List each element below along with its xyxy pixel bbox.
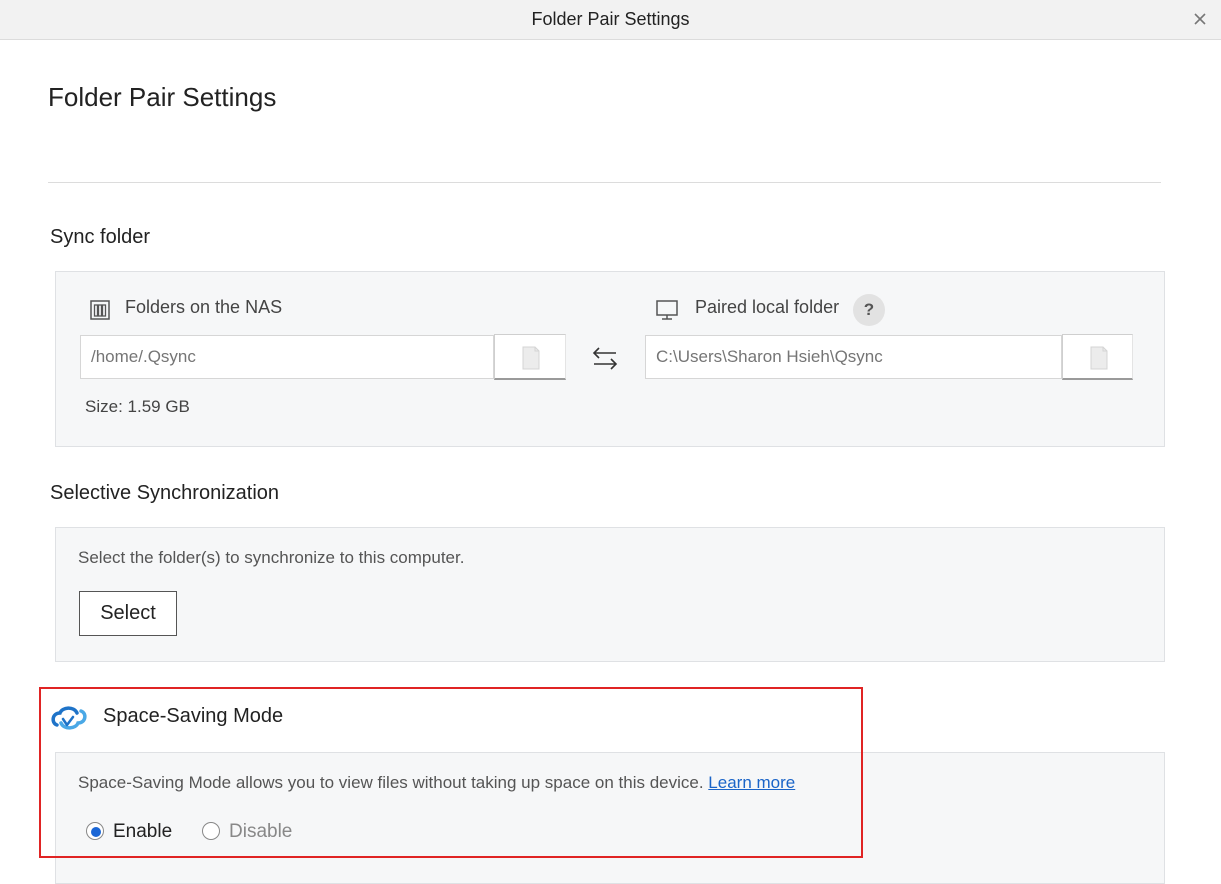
selective-sync-description: Select the folder(s) to synchronize to t… [78,548,465,567]
swap-arrows-icon [591,345,619,376]
close-icon[interactable] [1193,12,1207,26]
window-title: Folder Pair Settings [531,9,690,29]
nas-folders-label: Folders on the NAS [125,297,283,317]
paired-local-folder-label: Paired local folder [695,297,840,317]
page-title: Folder Pair Settings [48,82,277,112]
highlight-box [39,687,863,858]
nas-path-input[interactable] [80,335,494,379]
local-browse-button[interactable] [1062,334,1133,380]
local-path-input[interactable] [645,335,1062,379]
monitor-icon [655,299,679,326]
header-divider [48,182,1161,183]
nas-icon [89,299,111,326]
folder-icon [522,346,540,370]
sync-folder-title: Sync folder [50,226,151,248]
help-icon[interactable]: ? [853,294,885,326]
selective-sync-title: Selective Synchronization [50,482,280,504]
select-button[interactable]: Select [79,591,177,636]
folder-size-text: Size: 1.59 GB [85,397,190,416]
title-bar: Folder Pair Settings [0,0,1221,40]
folder-icon [1090,346,1108,370]
nas-browse-button[interactable] [494,334,566,380]
